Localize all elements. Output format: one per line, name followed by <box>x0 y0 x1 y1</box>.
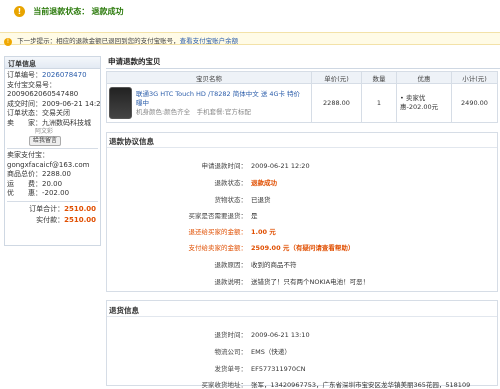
discount-label: 优 惠： <box>7 189 42 197</box>
col-name: 宝贝名称 <box>106 71 312 84</box>
refund-row: 货物状态： 已退货 <box>214 196 271 204</box>
refund-row: 买家是否需要退货：是 <box>188 212 258 220</box>
goods-total-label: 商品总价： <box>7 170 42 178</box>
trade-label: 支付宝交易号： <box>7 80 56 89</box>
divider <box>107 147 497 148</box>
product-section-title: 申请退款的宝贝 <box>106 56 500 69</box>
status-bar: ! 当前退款状态： 退款成功 <box>0 0 500 26</box>
message-button[interactable]: 给我留言 <box>29 136 62 146</box>
col-price: 单价(元) <box>311 71 362 84</box>
refund-row: 支付给卖家的金额： 2509.00 元（有疑问请查看帮助） <box>188 244 355 252</box>
product-thumbnail[interactable] <box>109 87 132 119</box>
product-link[interactable]: 联通3G HTC Touch HD /T8282 简体中文 送 4G卡 特价 曝… <box>136 90 300 107</box>
col-subtotal: 小计(元) <box>451 71 498 84</box>
refund-section-title: 退款协议信息 <box>109 137 154 146</box>
refund-row: 退还给买家的金额： 1.00 元 <box>188 228 276 236</box>
product-attr: 机身颜色:颜色齐全 手机套餐:官方标配 <box>135 107 251 116</box>
seller-label: 卖 家： <box>7 118 42 127</box>
divider <box>107 316 497 317</box>
deal-time: 2009-06-21 14:27:11 <box>42 99 100 108</box>
seller-alipay-label: 卖家支付宝： <box>7 151 49 159</box>
seller-alipay: gongxfacaicf@163.com <box>7 160 90 169</box>
trade-number: 2009062060547480 <box>7 90 79 98</box>
paid-amount: 2510.00 <box>64 215 96 224</box>
state-label: 订单状态： <box>7 109 42 117</box>
goods-total: 2288.00 <box>42 170 71 178</box>
time-label: 成交时间： <box>7 99 42 108</box>
main-content: 申请退款的宝贝 宝贝名称 单价(元) 数量 优惠 小计(元) 联通3G HTC … <box>106 56 500 123</box>
order-number-label: 订单编号： <box>7 71 42 79</box>
balance-link[interactable]: 查看支付宝账户余额 <box>180 37 239 45</box>
hint-icon: ! <box>4 38 12 46</box>
subtotal: 2490.00 <box>451 83 498 123</box>
status-label: 当前退款状态： <box>33 7 90 16</box>
return-section-title: 退货信息 <box>109 306 139 315</box>
discount: -202.00 <box>42 189 70 197</box>
refund-row: 申请退款时间： 2009-06-21 12:20 <box>201 162 310 170</box>
refund-row: 退款状态： 退款成功 <box>214 179 278 187</box>
table-row: 联通3G HTC Touch HD /T8282 简体中文 送 4G卡 特价 曝… <box>106 83 498 123</box>
return-row: 买家收货地址： 张军，13420967753，广东省深圳市宝安区龙华镇美丽365花… <box>201 381 471 389</box>
divider <box>7 200 98 202</box>
divider <box>7 148 98 149</box>
order-info-panel: 订单信息 订单编号：2026078470 支付宝交易号： 20090620605… <box>4 56 101 246</box>
order-total: 2510.00 <box>64 204 96 213</box>
product-table: 宝贝名称 单价(元) 数量 优惠 小计(元) 联通3G HTC Touch HD… <box>106 71 498 123</box>
order-info-title: 订单信息 <box>5 57 100 69</box>
col-promo: 优惠 <box>396 71 452 84</box>
col-qty: 数量 <box>361 71 397 84</box>
freight-label: 运 费： <box>7 179 42 188</box>
seller-sub: 阿文彩 <box>35 128 54 135</box>
paid-label: 实付款： <box>36 215 65 224</box>
order-number[interactable]: 2026078470 <box>42 71 87 79</box>
info-icon: ! <box>14 6 25 17</box>
return-row: 物流公司： EMS（快递） <box>214 348 291 356</box>
return-row: 退货时间： 2009-06-21 13:10 <box>214 331 310 339</box>
order-total-label: 订单合计： <box>29 204 65 213</box>
unit-price: 2288.00 <box>311 83 362 123</box>
return-row: 发货单号： EF577311970CN <box>214 365 306 373</box>
refund-row: 退款说明： 送错货了！只有两个NOKIA电池！可恶！ <box>214 278 370 286</box>
status-value: 退款成功 <box>91 7 124 16</box>
promo: 卖家优惠-202.00元 <box>400 94 439 111</box>
return-info-box: 退货信息 退货时间： 2009-06-21 13:10 物流公司： EMS（快递） … <box>106 300 498 389</box>
table-header: 宝贝名称 单价(元) 数量 优惠 小计(元) <box>106 71 498 84</box>
notice-text: 下一步提示：相应的退款金额已退回到您的支付宝账号， <box>17 37 180 45</box>
refund-agreement-box: 退款协议信息 申请退款时间： 2009-06-21 12:20 退款状态： 退款成功… <box>106 132 498 292</box>
order-state: 交易关闭 <box>42 109 70 117</box>
seller-name[interactable]: 九洲数码科技城 <box>42 119 91 127</box>
freight: 20.00 <box>42 179 63 188</box>
quantity: 1 <box>361 83 397 123</box>
next-step-notice: ! 下一步提示：相应的退款金额已退回到您的支付宝账号，查看支付宝账户余额 <box>0 32 500 46</box>
refund-row: 退款原因： 收到的商品不符 <box>214 261 297 269</box>
